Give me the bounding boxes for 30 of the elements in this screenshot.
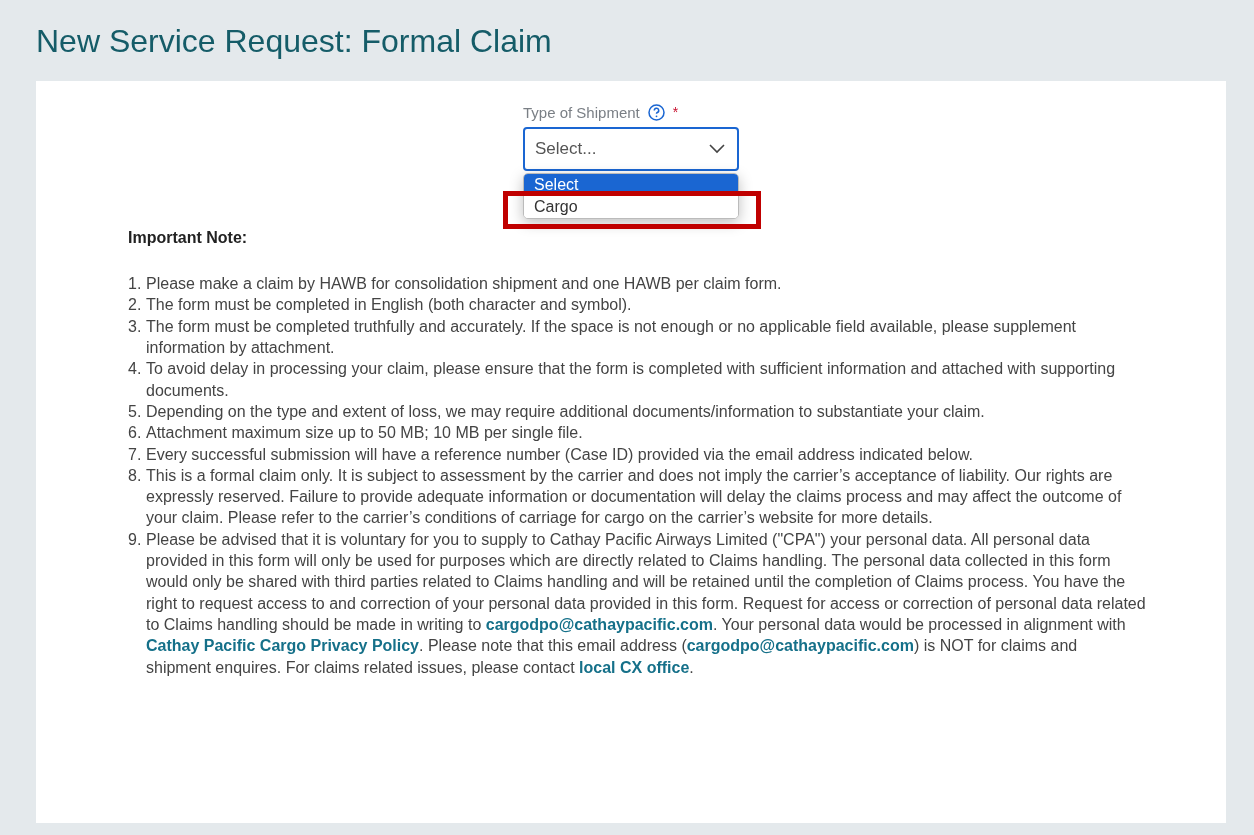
email-link[interactable]: cargodpo@cathaypacific.com	[686, 637, 914, 655]
page-title: New Service Request: Formal Claim	[36, 24, 553, 60]
email-link[interactable]: Cathay Pacific Cargo Privacy Policy	[146, 637, 419, 655]
item-number: 9.	[128, 529, 143, 550]
item-number: 1.	[128, 274, 143, 295]
field-label: Type of Shipment	[523, 103, 640, 121]
email-link[interactable]: local CX office	[579, 658, 690, 676]
chevron-down-icon	[709, 144, 725, 155]
required-mark: *	[672, 104, 679, 121]
note-heading: Important Note:	[128, 229, 249, 248]
shipment-select[interactable]: Select...	[523, 127, 739, 172]
dropdown-option[interactable]: Cargo	[524, 196, 738, 219]
note-text: The form must be completed truthfully and accurately. If the space is not enough or no applicable field available, please supplement information by attachment.	[146, 316, 1078, 359]
item-number: 2.	[128, 295, 143, 316]
note-text: Depending on the type and extent of loss, we may require additional documents/information to substantiate your claim.	[146, 401, 985, 422]
item-number: 5.	[128, 401, 143, 422]
note-text: Every successful submission will have a reference number (Case ID) provided via the email address indicated below.	[146, 444, 974, 465]
note-text: Please be advised that it is voluntary for you to supply to Cathay Pacific Airways Limited ("CPA") your personal data. All personal data provided in this form will only be used for purposes which are directly related to Claims handling. The personal data collected in this form would only be shared with third parties related to Claims handling and will be retained until the completion of Claims process. You have the right to request access to and correction of your personal data provided in this form. Request for access or correction of personal data related to Claims handling should be made in writing to cargodpo@cathaypacific.com. Your personal data would be processed in alignment with Cathay Pacific Cargo Privacy Policy. Please note that this email address (cargodpo@cathaypacific.com) is NOT for claims and shipment enquires. For claims related issues, please contact local CX office.	[146, 529, 1146, 678]
item-number: 6.	[128, 423, 143, 444]
item-number: 7.	[128, 444, 143, 465]
note-text: Please make a claim by HAWB for consolidation shipment and one HAWB per claim form.	[146, 274, 782, 295]
note-text: This is a formal claim only. It is subject to assessment by the carrier and does not imply the carrier’s acceptance of liability. Our rights are expressly reserved. Failure to provide adequate information or documentation will delay the claims process and may affect the outcome of your claim. Please refer to the carrier’s conditions of carriage for cargo on the carrier’s website for more details.	[146, 465, 1123, 529]
note-text: The form must be completed in English (both character and symbol).	[146, 295, 632, 316]
item-number: 8.	[128, 465, 143, 486]
note-text: Attachment maximum size up to 50 MB; 10 MB per single file.	[146, 423, 583, 444]
note-text: To avoid delay in processing your claim, please ensure that the form is completed with sufficient information and attached with supporting documents.	[146, 359, 1117, 401]
email-link[interactable]: cargodpo@cathaypacific.com	[485, 615, 713, 633]
item-number: 4.	[128, 359, 143, 380]
item-number: 3.	[128, 316, 143, 337]
help-icon[interactable]	[647, 103, 665, 121]
